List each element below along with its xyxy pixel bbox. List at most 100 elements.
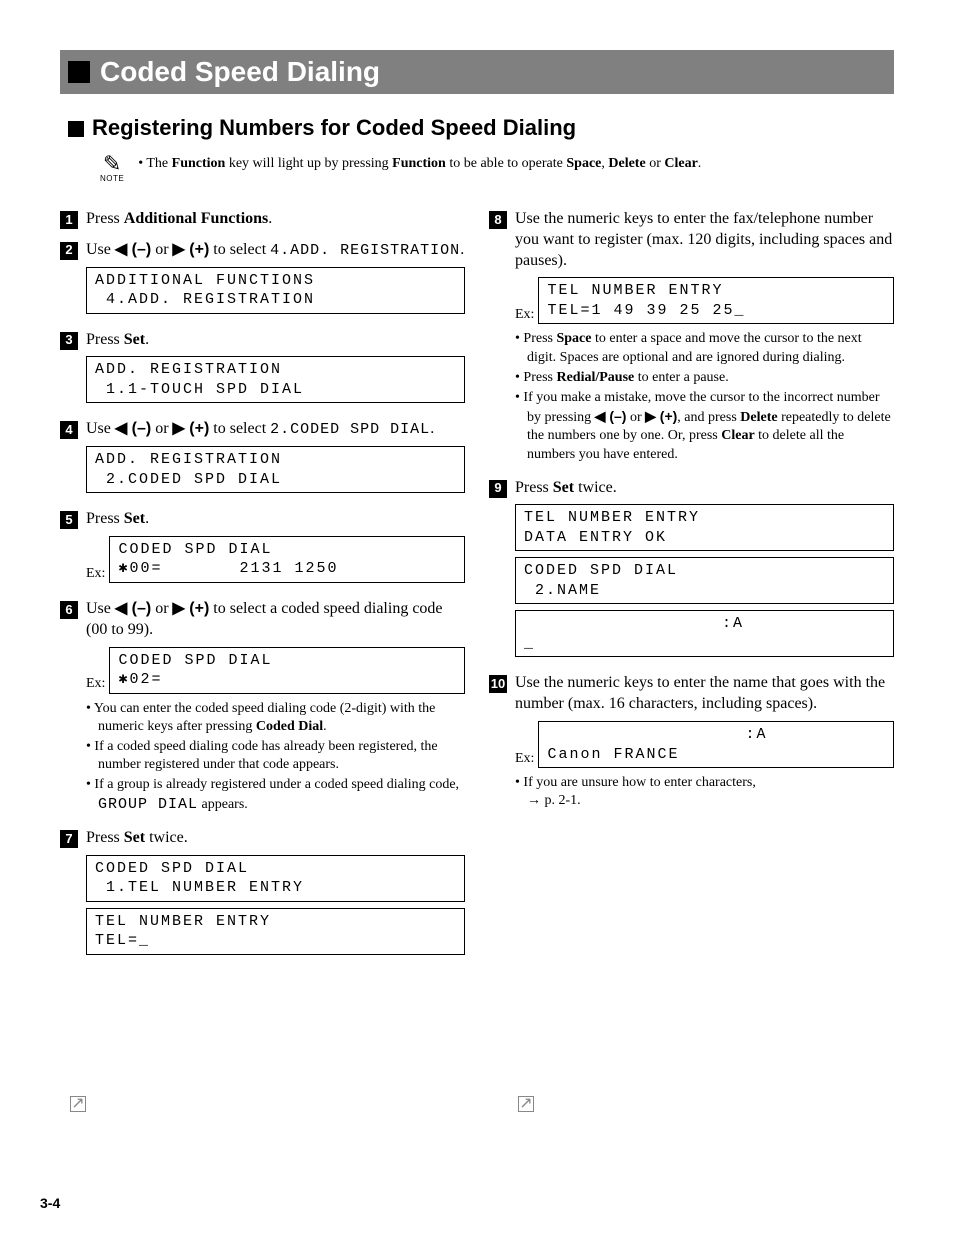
subtitle-box-icon: [68, 121, 84, 137]
note-kw5: Clear: [664, 156, 697, 171]
s4-pre: Use: [86, 420, 115, 437]
b8c: If you make a mistake, move the cursor t…: [515, 389, 894, 464]
b8b-pre: Press: [523, 370, 556, 385]
b8c-or: or: [626, 410, 645, 425]
step-10-bullets: If you are unsure how to enter character…: [515, 774, 894, 810]
s2-right-arrow: ▶ (+): [173, 241, 210, 258]
s4-mono: 2.CODED SPD DIAL: [270, 421, 430, 438]
step-3: 3 Press Set. ADD. REGISTRATION 1.1-TOUCH…: [60, 330, 465, 410]
lcd-9a: TEL NUMBER ENTRY DATA ENTRY OK: [515, 504, 894, 551]
note-text: • The Function key will light up by pres…: [138, 153, 701, 173]
note-t3: to be able to operate: [446, 156, 567, 171]
b6a-post: .: [323, 719, 327, 734]
lcd-8-wrap: Ex: TEL NUMBER ENTRY TEL=1 49 39 25 25_: [515, 277, 894, 324]
s3-pre: Press: [86, 331, 124, 348]
step-num-6: 6: [60, 601, 78, 619]
b8c-b1: Delete: [740, 410, 777, 425]
s4-mid: to select: [209, 420, 270, 437]
step-1: 1 Press Additional Functions.: [60, 209, 465, 230]
step-num-8: 8: [489, 211, 507, 229]
step-8-bullets: Press Space to enter a space and move th…: [515, 330, 894, 463]
note-kw2: Function: [392, 156, 446, 171]
b6a: You can enter the coded speed dialing co…: [86, 700, 465, 736]
step-num-1: 1: [60, 211, 78, 229]
s9-pre: Press: [515, 479, 553, 496]
b8c-b2: Clear: [721, 428, 754, 443]
note-label: NOTE: [100, 175, 124, 183]
s4-right-arrow: ▶ (+): [173, 420, 210, 437]
step-body-9: Press Set twice. TEL NUMBER ENTRY DATA E…: [515, 478, 894, 664]
lcd-10-wrap: Ex: :A Canon FRANCE: [515, 721, 894, 768]
right-column: 8 Use the numeric keys to enter the fax/…: [489, 199, 894, 965]
b6c: If a group is already registered under a…: [86, 776, 465, 814]
main-title: Coded Speed Dialing: [100, 54, 380, 90]
s4-left-arrow: ◀ (–): [115, 420, 151, 437]
b8a-b: Space: [556, 331, 591, 346]
lcd-7a: CODED SPD DIAL 1.TEL NUMBER ENTRY: [86, 855, 465, 902]
s2-left-arrow: ◀ (–): [115, 241, 151, 258]
lcd-9b: CODED SPD DIAL 2.NAME: [515, 557, 894, 604]
lcd-6: CODED SPD DIAL ✱02=: [109, 647, 465, 694]
step-num-4: 4: [60, 421, 78, 439]
step-num-5: 5: [60, 511, 78, 529]
s7-post: twice.: [145, 829, 188, 846]
lcd-2: ADDITIONAL FUNCTIONS 4.ADD. REGISTRATION: [86, 267, 465, 314]
step-body-4: Use ◀ (–) or ▶ (+) to select 2.CODED SPD…: [86, 419, 465, 499]
b6c-mono: GROUP DIAL: [98, 796, 198, 813]
step-body-6: Use ◀ (–) or ▶ (+) to select a coded spe…: [86, 599, 465, 818]
step-body-5: Press Set. Ex: CODED SPD DIAL ✱00= 2131 …: [86, 509, 465, 589]
s10-text: Use the numeric keys to enter the name t…: [515, 674, 885, 712]
step-9: 9 Press Set twice. TEL NUMBER ENTRY DATA…: [489, 478, 894, 664]
b10-pre: If you are unsure how to enter character…: [523, 775, 755, 790]
ex-label-5: Ex:: [86, 565, 105, 583]
ex-label-8: Ex:: [515, 306, 534, 324]
s6-pre: Use: [86, 600, 115, 617]
b6a-b: Coded Dial: [256, 719, 323, 734]
step-num-9: 9: [489, 480, 507, 498]
step-num-2: 2: [60, 242, 78, 260]
subtitle-row: Registering Numbers for Coded Speed Dial…: [60, 114, 894, 143]
step-body-3: Press Set. ADD. REGISTRATION 1.1-TOUCH S…: [86, 330, 465, 410]
note-row: ✎NOTE • The Function key will light up b…: [100, 153, 894, 183]
s1-post: .: [268, 210, 272, 227]
s6-right-arrow: ▶ (+): [173, 600, 210, 617]
subtitle-text: Registering Numbers for Coded Speed Dial…: [92, 114, 576, 143]
b10: If you are unsure how to enter character…: [515, 774, 894, 810]
s3-post: .: [145, 331, 149, 348]
s1-b: Additional Functions: [124, 210, 268, 227]
left-column: 1 Press Additional Functions. 2 Use ◀ (–…: [60, 199, 465, 965]
step-num-3: 3: [60, 332, 78, 350]
s9-b: Set: [553, 479, 574, 496]
b10-post: p. 2-1.: [541, 793, 581, 808]
s7-pre: Press: [86, 829, 124, 846]
s8-text: Use the numeric keys to enter the fax/te…: [515, 210, 892, 269]
s4-post: .: [430, 420, 434, 437]
lcd-9c: :A _: [515, 610, 894, 657]
step-4: 4 Use ◀ (–) or ▶ (+) to select 2.CODED S…: [60, 419, 465, 499]
s5-b: Set: [124, 510, 145, 527]
note-t2: key will light up by pressing: [225, 156, 392, 171]
s4-or: or: [151, 420, 172, 437]
s2-mono: 4.ADD. REGISTRATION: [270, 242, 460, 259]
lcd-8: TEL NUMBER ENTRY TEL=1 49 39 25 25_: [538, 277, 894, 324]
note-icon: ✎NOTE: [100, 153, 124, 183]
step-6-bullets: You can enter the coded speed dialing co…: [86, 700, 465, 814]
s2-or: or: [151, 241, 172, 258]
main-title-bar: Coded Speed Dialing: [60, 50, 894, 94]
b8a: Press Space to enter a space and move th…: [515, 330, 894, 366]
s3-b: Set: [124, 331, 145, 348]
b8b: Press Redial/Pause to enter a pause.: [515, 369, 894, 387]
s5-post: .: [145, 510, 149, 527]
b10-arrow: →: [527, 793, 541, 808]
corner-icon-right: ↗: [518, 1096, 534, 1112]
s5-pre: Press: [86, 510, 124, 527]
step-body-8: Use the numeric keys to enter the fax/te…: [515, 209, 894, 468]
s7-b: Set: [124, 829, 145, 846]
step-body-10: Use the numeric keys to enter the name t…: [515, 673, 894, 814]
b8b-b: Redial/Pause: [556, 370, 634, 385]
b8c-mid: , and press: [677, 410, 740, 425]
lcd-10: :A Canon FRANCE: [538, 721, 894, 768]
s6-or: or: [151, 600, 172, 617]
lcd-7b: TEL NUMBER ENTRY TEL=_: [86, 908, 465, 955]
s2-post: .: [460, 241, 464, 258]
